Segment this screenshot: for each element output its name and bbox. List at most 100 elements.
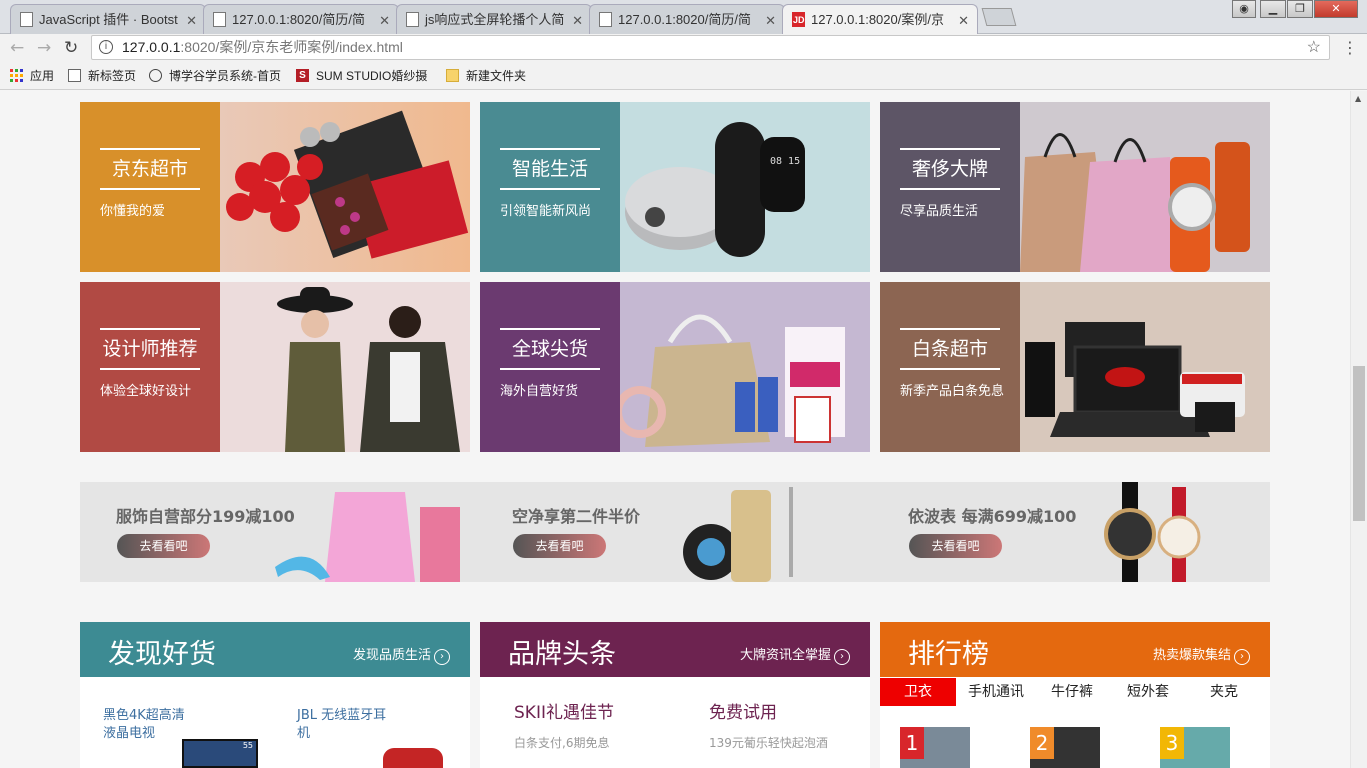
more-link[interactable]: 热卖爆款集结 › <box>1153 644 1250 665</box>
smart-band-projector-image: 08 15 <box>620 102 870 272</box>
address-bar[interactable]: i 127.0.0.1:8020/案例/京东老师案例/index.html ☆ <box>91 35 1330 60</box>
chevron-right-icon: › <box>1234 649 1250 665</box>
discover-panel: 发现好货 发现品质生活 › 黑色4K超高清液晶电视 JBL 无线蓝牙耳机 55 <box>80 622 470 768</box>
chevron-right-icon: › <box>834 649 850 665</box>
page-icon <box>213 12 226 27</box>
handbags-watch-image <box>1020 102 1270 272</box>
chevron-right-icon: › <box>434 649 450 665</box>
page-icon <box>20 12 33 27</box>
category-tile-designer[interactable]: 设计师推荐 体验全球好设计 <box>80 282 470 452</box>
discover-item-tv[interactable]: 黑色4K超高清液晶电视 <box>103 707 193 743</box>
clothing-image <box>275 492 460 582</box>
rank-number: 1 <box>900 727 924 759</box>
apps-grid-icon <box>10 69 23 82</box>
globe-icon <box>149 69 162 82</box>
watches-image <box>1104 482 1201 582</box>
ranking-tab[interactable]: 卫衣 <box>880 678 956 706</box>
category-label: 全球尖货 海外自营好货 <box>480 282 620 452</box>
page-icon <box>68 69 81 82</box>
rank-item[interactable]: 1 <box>900 727 970 768</box>
speaker-image <box>383 748 443 768</box>
brand-panel: 品牌头条 大牌资讯全掌握 › SKII礼遇佳节 白条支付,6期免息 免费试用 13… <box>480 622 870 768</box>
bookmark-boxuegu[interactable]: 博学谷学员系统-首页 <box>149 68 281 84</box>
go-look-button[interactable]: 去看看吧 <box>513 534 606 558</box>
go-look-button[interactable]: 去看看吧 <box>909 534 1002 558</box>
browser-tab-strip: JavaScript 插件 · Bootst ✕ 127.0.0.1:8020/简… <box>0 0 1367 34</box>
page-icon <box>406 12 419 27</box>
page-viewport: 京东超市 你懂我的爱 智能生活 引领智能新风尚 08 15 奢侈大牌 尽享品质生… <box>0 91 1350 768</box>
brand-item-title[interactable]: 免费试用 <box>709 704 777 722</box>
chrome-menu-icon[interactable]: ⋮ <box>1342 38 1358 57</box>
category-label: 奢侈大牌 尽享品质生活 <box>880 102 1020 272</box>
brand-item-subtitle: 白条支付,6期免息 <box>514 736 610 750</box>
jd-icon: JD <box>792 12 805 27</box>
ranking-tab[interactable]: 牛仔裤 <box>1034 678 1110 706</box>
panel-header: 品牌头条 大牌资讯全掌握 › <box>480 622 870 677</box>
panel-header: 排行榜 热卖爆款集结 › <box>880 622 1270 677</box>
category-tile-baitiao[interactable]: 白条超市 新季产品白条免息 <box>880 282 1270 452</box>
user-icon[interactable]: ◉ <box>1232 0 1256 18</box>
s-logo-icon: S <box>296 69 309 82</box>
page-icon <box>599 12 612 27</box>
category-label: 智能生活 引领智能新风尚 <box>480 102 620 272</box>
bookmark-folder[interactable]: 新建文件夹 <box>446 68 526 84</box>
bookmark-apps[interactable]: 应用 <box>10 68 54 84</box>
rank-item[interactable]: 3 <box>1160 727 1230 768</box>
bookmark-new-tab[interactable]: 新标签页 <box>68 68 136 84</box>
fashion-models-image <box>220 282 470 452</box>
browser-tab[interactable]: 127.0.0.1:8020/简历/简 ✕ <box>203 4 399 34</box>
promo-banner-clothing[interactable]: 服饰自营部分199减100 去看看吧 <box>80 482 476 582</box>
brand-item-subtitle: 139元葡乐轻快起泡酒 <box>709 736 828 750</box>
maximize-button[interactable]: ❐ <box>1287 0 1313 18</box>
bookmarks-bar: 应用 新标签页 博学谷学员系统-首页 S SUM STUDIO婚纱摄 新建文件夹 <box>0 62 1367 90</box>
scrollbar-thumb[interactable] <box>1353 366 1365 521</box>
close-tab-icon[interactable]: ✕ <box>572 10 583 32</box>
ranking-tab[interactable]: 手机通讯 <box>958 678 1034 706</box>
ranking-panel: 排行榜 热卖爆款集结 › 卫衣 手机通讯 牛仔裤 短外套 夹克 1 2 3 <box>880 622 1270 768</box>
back-arrow-icon[interactable]: ← <box>10 38 24 58</box>
promo-banner-air-purifier[interactable]: 空净享第二件半价 去看看吧 <box>476 482 872 582</box>
info-icon[interactable]: i <box>99 40 113 54</box>
close-tab-icon[interactable]: ✕ <box>958 10 969 32</box>
close-window-button[interactable]: ✕ <box>1314 0 1358 18</box>
category-label: 京东超市 你懂我的爱 <box>80 102 220 272</box>
reload-icon[interactable]: ↻ <box>64 38 78 58</box>
purifier-robot-image <box>683 487 793 582</box>
rank-number: 2 <box>1030 727 1054 759</box>
go-look-button[interactable]: 去看看吧 <box>117 534 210 558</box>
close-tab-icon[interactable]: ✕ <box>765 10 776 32</box>
more-link[interactable]: 大牌资讯全掌握 › <box>740 644 850 665</box>
more-link[interactable]: 发现品质生活 › <box>353 644 450 665</box>
ranking-tab[interactable]: 短外套 <box>1110 678 1186 706</box>
tv-image: 55 <box>182 739 258 768</box>
forward-arrow-icon[interactable]: → <box>37 38 51 58</box>
category-label: 白条超市 新季产品白条免息 <box>880 282 1020 452</box>
browser-tab[interactable]: JavaScript 插件 · Bootst ✕ <box>10 4 206 34</box>
vertical-scrollbar[interactable]: ▲ <box>1350 91 1367 768</box>
folder-icon <box>446 69 459 82</box>
brand-item-title[interactable]: SKII礼遇佳节 <box>514 704 614 722</box>
scroll-up-icon[interactable]: ▲ <box>1355 94 1361 103</box>
browser-tab-active[interactable]: JD 127.0.0.1:8020/案例/京 ✕ <box>782 4 978 34</box>
close-tab-icon[interactable]: ✕ <box>379 10 390 32</box>
minimize-button[interactable]: ▁ <box>1260 0 1286 18</box>
discover-item-headphones[interactable]: JBL 无线蓝牙耳机 <box>297 707 387 743</box>
category-tile-global[interactable]: 全球尖货 海外自营好货 <box>480 282 870 452</box>
bookmark-sum-studio[interactable]: S SUM STUDIO婚纱摄 <box>296 68 427 84</box>
rank-item[interactable]: 2 <box>1030 727 1100 768</box>
global-goods-image <box>620 282 870 452</box>
category-tile-supermarket[interactable]: 京东超市 你懂我的爱 <box>80 102 470 272</box>
svg-text:08 15: 08 15 <box>770 156 800 167</box>
ranking-tab[interactable]: 夹克 <box>1186 678 1262 706</box>
close-tab-icon[interactable]: ✕ <box>186 10 197 32</box>
category-tile-luxury[interactable]: 奢侈大牌 尽享品质生活 <box>880 102 1270 272</box>
new-tab-button[interactable] <box>981 8 1017 26</box>
browser-tab[interactable]: 127.0.0.1:8020/简历/简 ✕ <box>589 4 785 34</box>
promo-banner-watch[interactable]: 依波表 每满699减100 去看看吧 <box>872 482 1270 582</box>
category-label: 设计师推荐 体验全球好设计 <box>80 282 220 452</box>
browser-tab[interactable]: js响应式全屏轮播个人简 ✕ <box>396 4 592 34</box>
rank-number: 3 <box>1160 727 1184 759</box>
bookmark-star-icon[interactable]: ☆ <box>1307 36 1321 59</box>
category-tile-smart-life[interactable]: 智能生活 引领智能新风尚 08 15 <box>480 102 870 272</box>
panel-header: 发现好货 发现品质生活 › <box>80 622 470 677</box>
